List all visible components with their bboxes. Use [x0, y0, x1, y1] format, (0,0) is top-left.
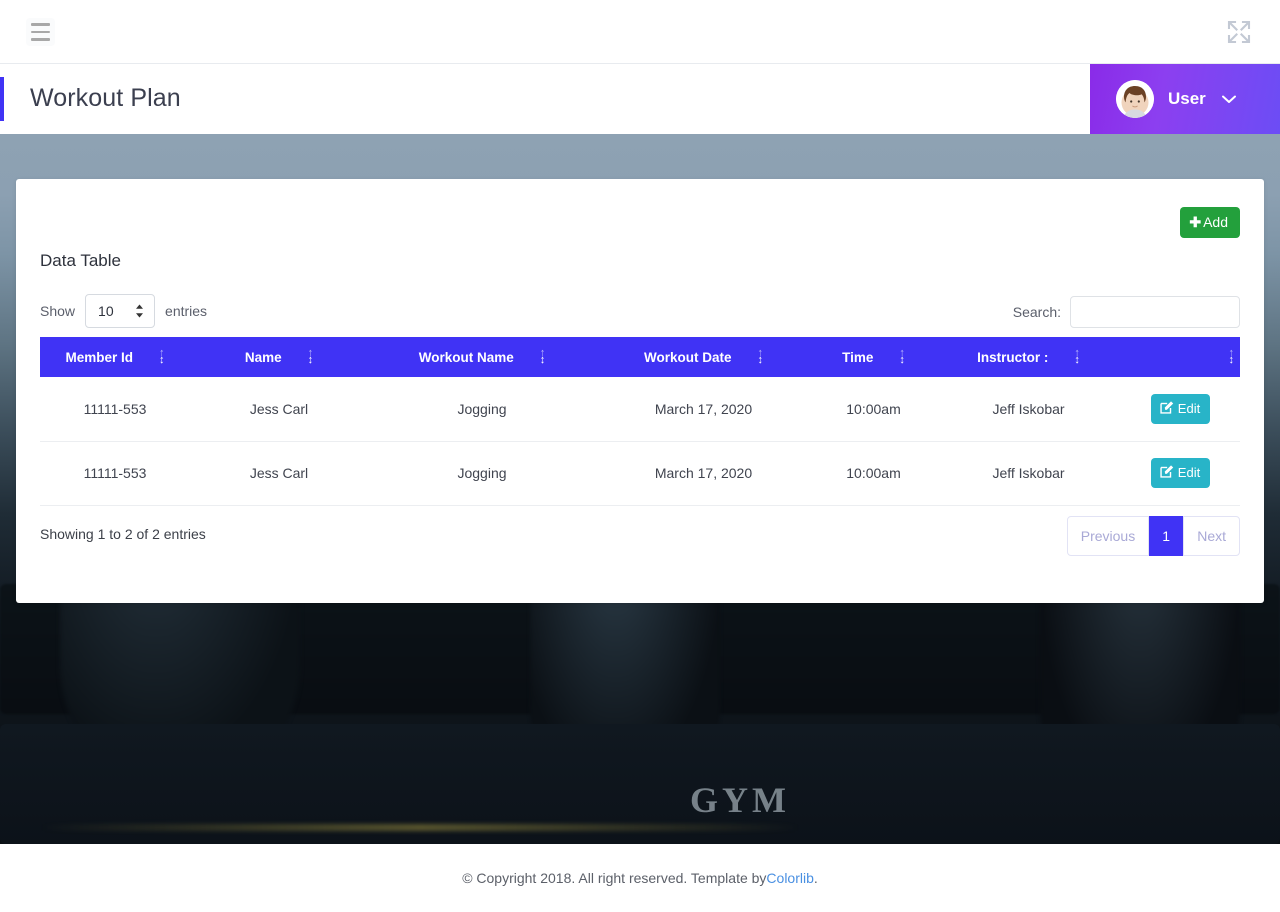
edit-pencil-icon	[1160, 400, 1174, 417]
entries-label: entries	[165, 303, 207, 319]
column-label: Time	[842, 350, 873, 365]
entries-value: 10	[98, 303, 114, 319]
footer: © Copyright 2018. All right reserved. Te…	[0, 844, 1280, 912]
cell-actions: Edit	[1121, 377, 1240, 441]
cell-name: Jess Carl	[190, 377, 368, 441]
edit-button[interactable]: Edit	[1151, 394, 1210, 424]
column-header-member-id[interactable]: Member Id ↑↕	[40, 337, 190, 377]
data-table-title: Data Table	[40, 251, 121, 271]
cell-workout-date: March 17, 2020	[596, 377, 811, 441]
page-title: Workout Plan	[30, 84, 181, 113]
user-avatar	[1116, 80, 1154, 118]
chevron-down-icon	[1222, 92, 1236, 107]
cell-workout-name: Jogging	[368, 441, 596, 505]
cell-instructor: Jeff Iskobar	[936, 377, 1121, 441]
cell-time: 10:00am	[811, 377, 936, 441]
cell-name: Jess Carl	[190, 441, 368, 505]
show-entries-control: Show 10 entries	[40, 294, 207, 328]
data-table-card: ✚Add Data Table Show 10 entries Search: …	[16, 179, 1264, 603]
column-header-workout-name[interactable]: Workout Name ↑↕	[368, 337, 596, 377]
showing-entries-info: Showing 1 to 2 of 2 entries	[40, 526, 206, 542]
table-body: 11111-553 Jess Carl Jogging March 17, 20…	[40, 377, 1240, 505]
cell-member-id: 11111-553	[40, 377, 190, 441]
column-label: Workout Date	[644, 350, 732, 365]
edit-pencil-icon	[1160, 464, 1174, 481]
photo-floor-stripe	[40, 824, 800, 831]
cell-workout-name: Jogging	[368, 377, 596, 441]
page-header-bar: Workout Plan User	[0, 64, 1280, 134]
sort-icon: ↑↕	[540, 350, 546, 364]
column-header-instructor[interactable]: Instructor : ↑↕	[936, 337, 1121, 377]
table-header-row: Member Id ↑↕ Name ↑↕ Workout Name ↑↕ Wor…	[40, 337, 1240, 377]
edit-button-label: Edit	[1178, 401, 1200, 416]
edit-button-label: Edit	[1178, 465, 1200, 480]
fullscreen-expand-icon[interactable]	[1221, 14, 1257, 50]
footer-text-after: .	[814, 870, 818, 886]
sort-icon: ↑↕	[899, 350, 905, 364]
table-row: 11111-553 Jess Carl Jogging March 17, 20…	[40, 377, 1240, 441]
hamburger-line	[31, 23, 50, 26]
cell-actions: Edit	[1121, 441, 1240, 505]
user-menu-label: User	[1168, 89, 1206, 109]
column-header-workout-date[interactable]: Workout Date ↑↕	[596, 337, 811, 377]
footer-text-before: © Copyright 2018. All right reserved. Te…	[462, 870, 766, 886]
hamburger-line	[31, 31, 50, 34]
entries-per-page-select[interactable]: 10	[85, 294, 155, 328]
pagination-next[interactable]: Next	[1183, 516, 1240, 556]
pagination-previous[interactable]: Previous	[1067, 516, 1149, 556]
search-label: Search:	[1013, 304, 1061, 320]
cell-workout-date: March 17, 2020	[596, 441, 811, 505]
sort-icon: ↑↕	[159, 350, 165, 364]
hamburger-line	[31, 38, 50, 41]
hamburger-icon[interactable]	[26, 18, 55, 46]
pagination: Previous 1 Next	[1067, 516, 1240, 556]
cell-instructor: Jeff Iskobar	[936, 441, 1121, 505]
column-header-name[interactable]: Name ↑↕	[190, 337, 368, 377]
column-label: Workout Name	[419, 350, 514, 365]
stepper-icon	[135, 304, 144, 318]
add-button[interactable]: ✚Add	[1180, 207, 1240, 238]
data-table: Member Id ↑↕ Name ↑↕ Workout Name ↑↕ Wor…	[40, 337, 1240, 506]
column-header-time[interactable]: Time ↑↕	[811, 337, 936, 377]
cell-member-id: 11111-553	[40, 441, 190, 505]
add-button-label: Add	[1203, 214, 1228, 230]
sort-icon: ↑↕	[308, 350, 314, 364]
table-head: Member Id ↑↕ Name ↑↕ Workout Name ↑↕ Wor…	[40, 337, 1240, 377]
sort-icon: ↑↕	[1229, 350, 1235, 364]
search-input[interactable]	[1070, 296, 1240, 328]
sort-icon: ↑↕	[758, 350, 764, 364]
user-menu[interactable]: User	[1090, 64, 1280, 134]
pagination-page-1[interactable]: 1	[1149, 516, 1183, 556]
title-accent-bar	[0, 77, 4, 121]
column-label: Instructor :	[977, 350, 1048, 365]
table-row: 11111-553 Jess Carl Jogging March 17, 20…	[40, 441, 1240, 505]
search-control: Search:	[1013, 296, 1240, 328]
footer-colorlib-link[interactable]: Colorlib	[766, 870, 813, 886]
column-label: Member Id	[65, 350, 133, 365]
plus-icon: ✚	[1189, 215, 1201, 229]
top-bar	[0, 0, 1280, 64]
show-label: Show	[40, 303, 75, 319]
cell-time: 10:00am	[811, 441, 936, 505]
photo-gym-text: GYM	[690, 779, 790, 821]
edit-button[interactable]: Edit	[1151, 458, 1210, 488]
column-label: Name	[245, 350, 282, 365]
sort-icon: ↑↕	[1074, 350, 1080, 364]
column-header-actions[interactable]: ↑↕	[1121, 337, 1240, 377]
